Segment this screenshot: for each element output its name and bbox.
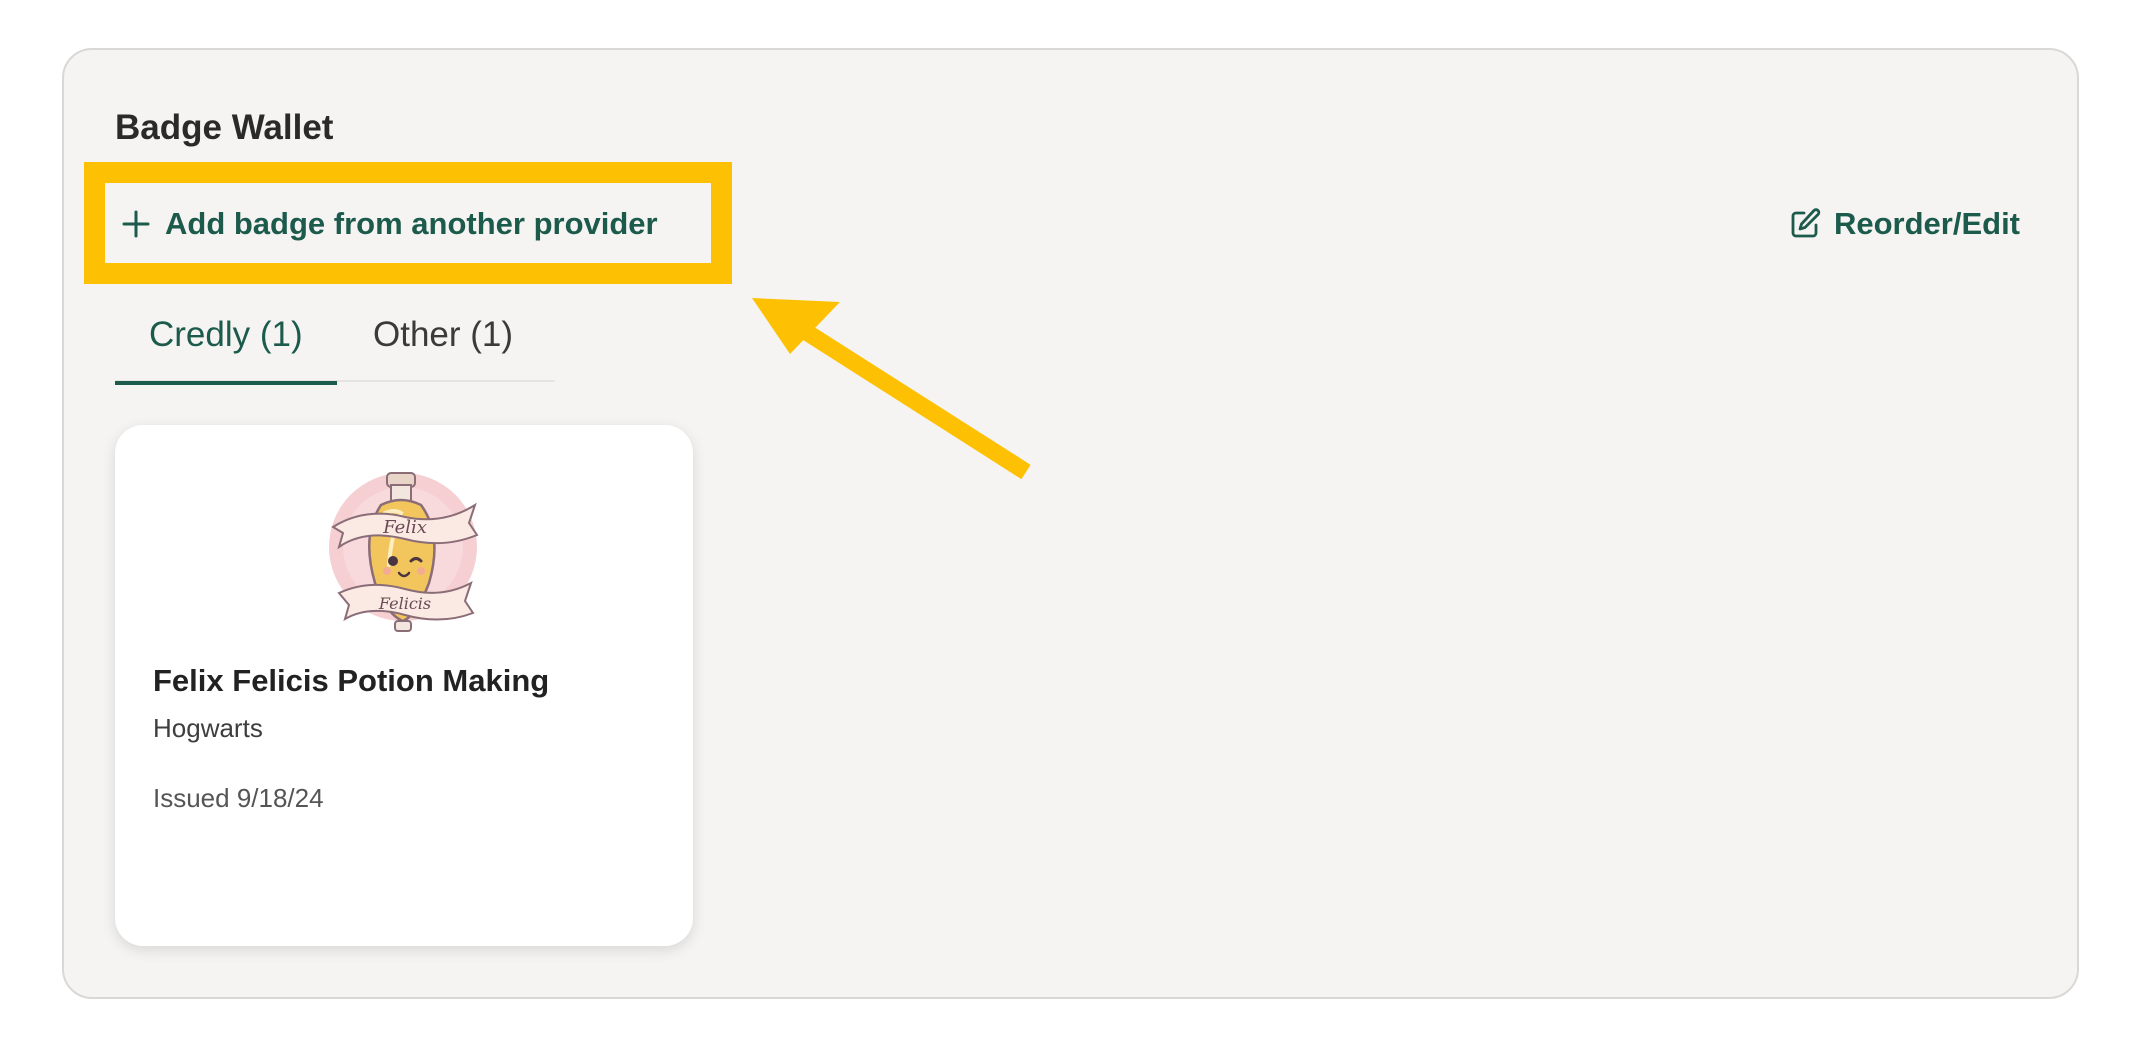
badge-name: Felix Felicis Potion Making: [153, 663, 550, 698]
badge-provider-tabs: Credly (1) Other (1): [115, 300, 555, 385]
screenshot-stage: Badge Wallet Add badge from another prov…: [0, 0, 2145, 1062]
badge-issued-date: Issued 9/18/24: [153, 783, 324, 813]
badge-card[interactable]: Felix Felicis Felix Felicis Potion Makin…: [115, 425, 693, 946]
panel-title: Badge Wallet: [115, 108, 334, 147]
svg-text:Felix: Felix: [382, 517, 427, 538]
add-badge-button[interactable]: Add badge from another provider: [121, 199, 658, 249]
edit-icon: [1791, 208, 1821, 238]
plus-icon: [122, 210, 150, 238]
svg-text:Felicis: Felicis: [378, 594, 431, 613]
reorder-edit-button[interactable]: Reorder/Edit: [1788, 199, 2020, 249]
felix-felicis-badge-image: Felix Felicis: [329, 472, 479, 632]
tab-other[interactable]: Other (1): [337, 300, 547, 380]
tab-credly[interactable]: Credly (1): [115, 300, 337, 385]
reorder-edit-label: Reorder/Edit: [1833, 206, 2020, 241]
badge-issuer: Hogwarts: [153, 713, 263, 743]
add-badge-label: Add badge from another provider: [165, 206, 658, 241]
